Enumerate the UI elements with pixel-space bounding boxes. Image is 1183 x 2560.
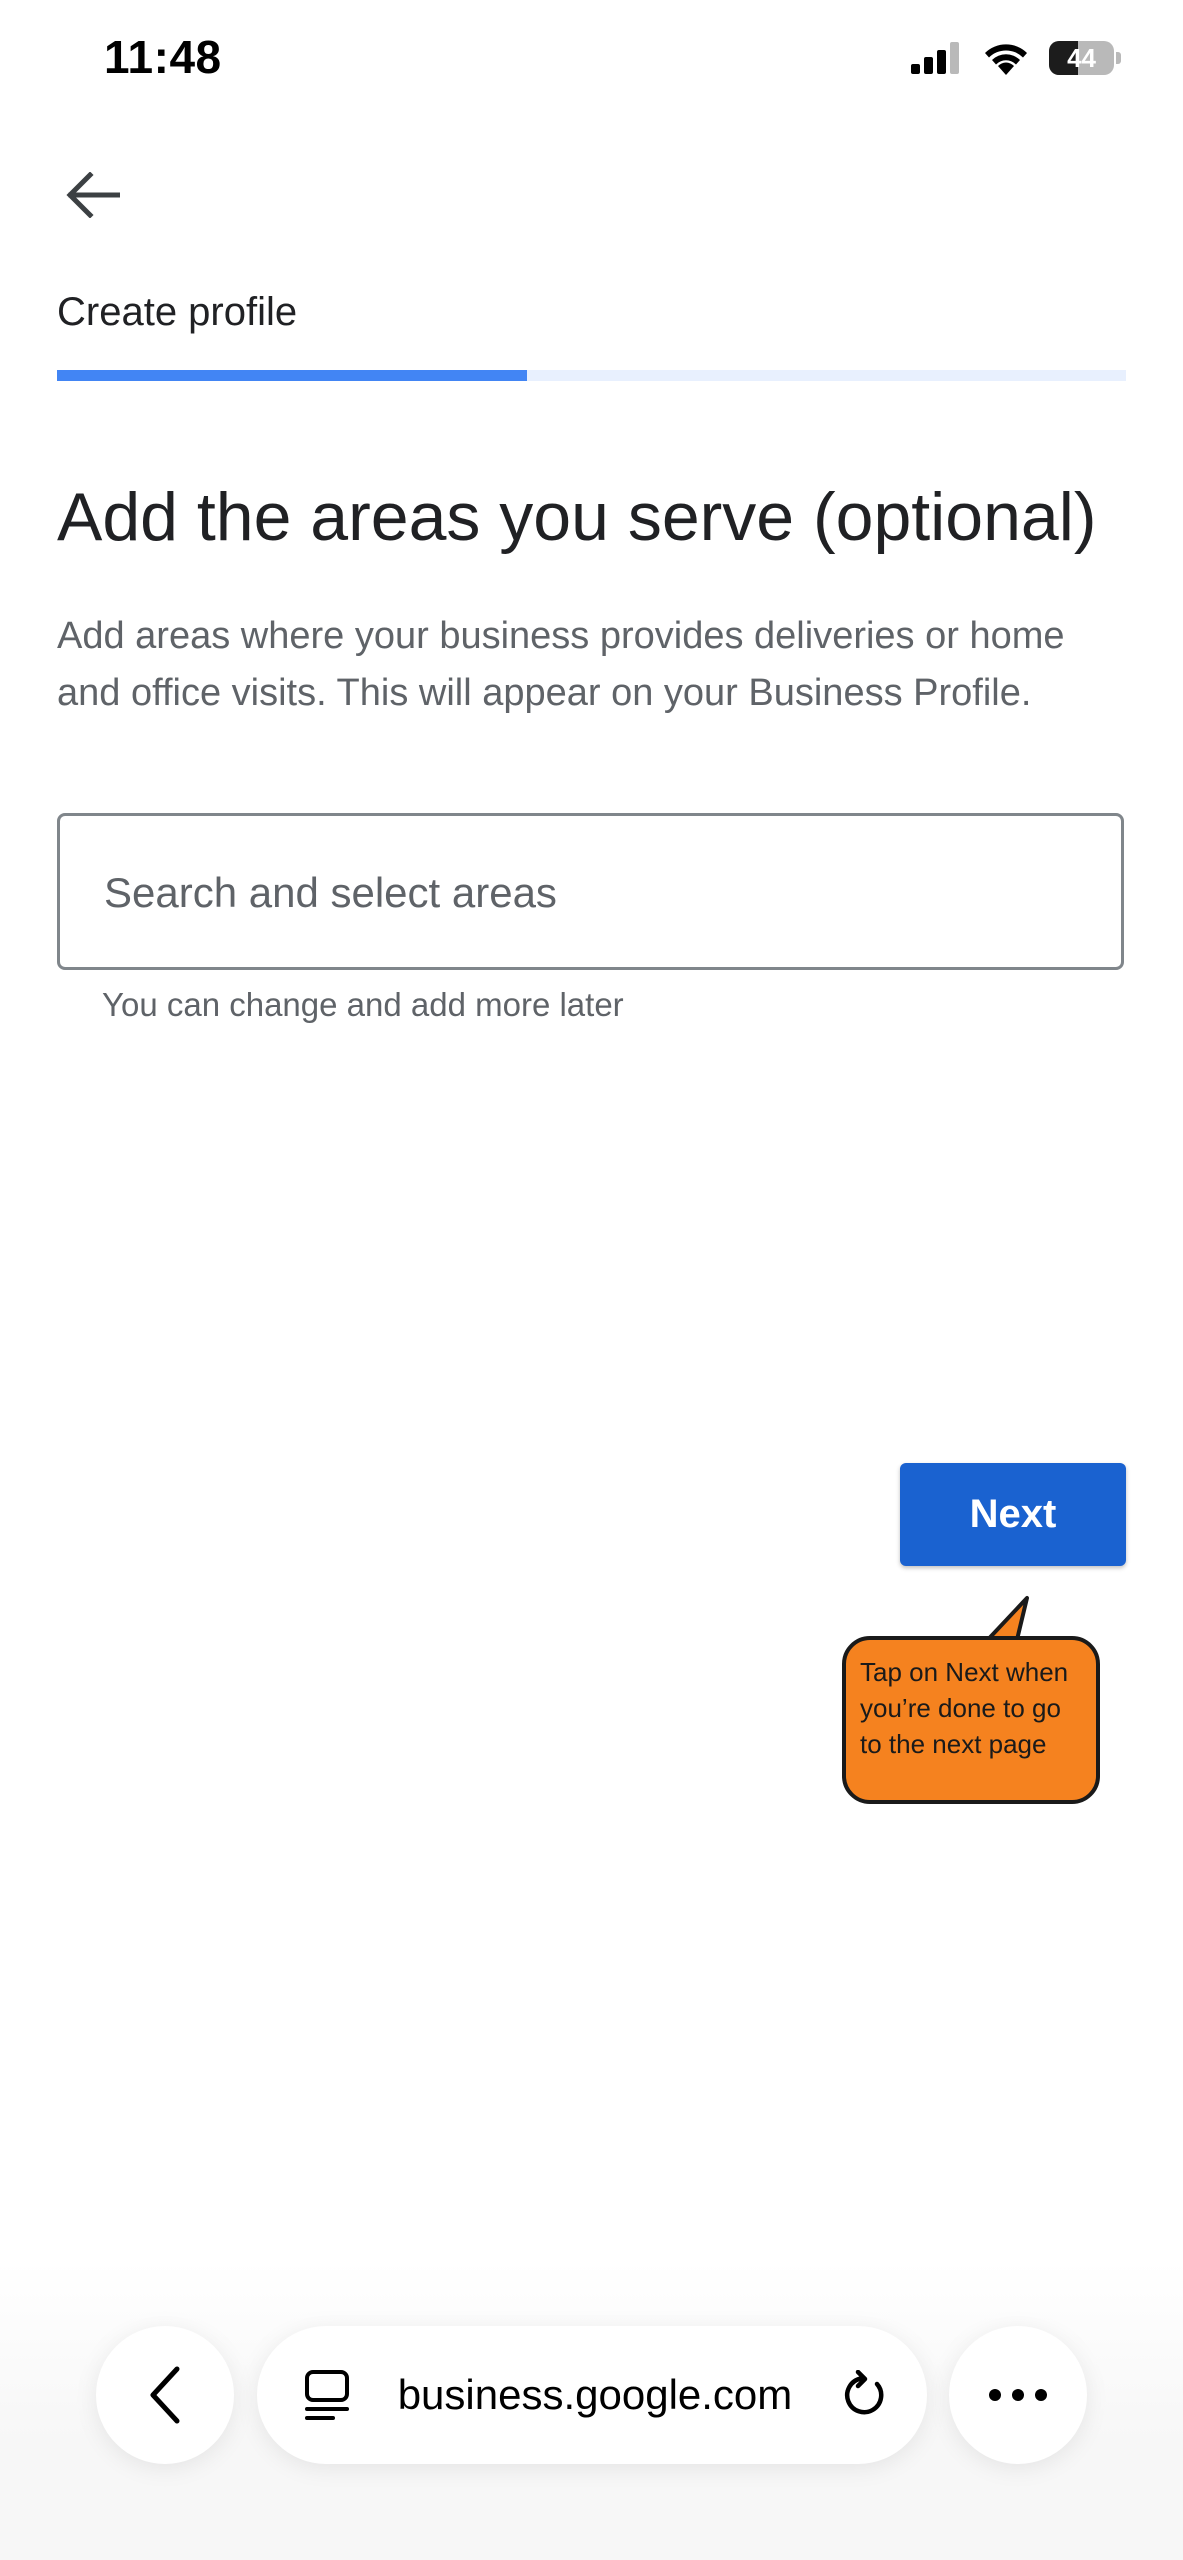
helper-text: You can change and add more later xyxy=(102,986,624,1023)
status-icons: 44 xyxy=(911,40,1121,76)
search-input[interactable] xyxy=(102,816,1091,969)
back-button[interactable] xyxy=(58,160,128,230)
arrow-left-icon xyxy=(66,172,120,218)
address-bar[interactable]: business.google.com xyxy=(257,2326,927,2464)
browser-back-button[interactable] xyxy=(96,2326,234,2464)
chevron-left-icon xyxy=(150,2366,180,2424)
battery-icon: 44 xyxy=(1049,40,1121,76)
progress-bar xyxy=(57,370,1126,381)
more-horizontal-icon xyxy=(989,2389,1047,2401)
battery-level: 44 xyxy=(1067,42,1096,73)
reload-icon[interactable] xyxy=(839,2370,889,2420)
wifi-icon xyxy=(985,44,1027,75)
page-heading: Add the areas you serve (optional) xyxy=(57,479,1097,555)
search-field[interactable] xyxy=(57,813,1124,970)
url-text[interactable]: business.google.com xyxy=(351,2371,839,2419)
progress-fill xyxy=(57,370,528,381)
header-title: Create profile xyxy=(57,290,298,334)
tooltip-bubble: Tap on Next when you’re done to go to th… xyxy=(842,1636,1100,1804)
description-text: Add areas where your business provides d… xyxy=(57,615,1065,714)
tab-overview-icon[interactable] xyxy=(303,2369,351,2421)
tooltip-text: Tap on Next when you’re done to go to th… xyxy=(860,1657,1069,1759)
next-button[interactable]: Next xyxy=(900,1463,1126,1566)
signal-icon xyxy=(911,42,959,74)
more-options-button[interactable] xyxy=(949,2326,1087,2464)
status-time: 11:48 xyxy=(104,31,222,83)
